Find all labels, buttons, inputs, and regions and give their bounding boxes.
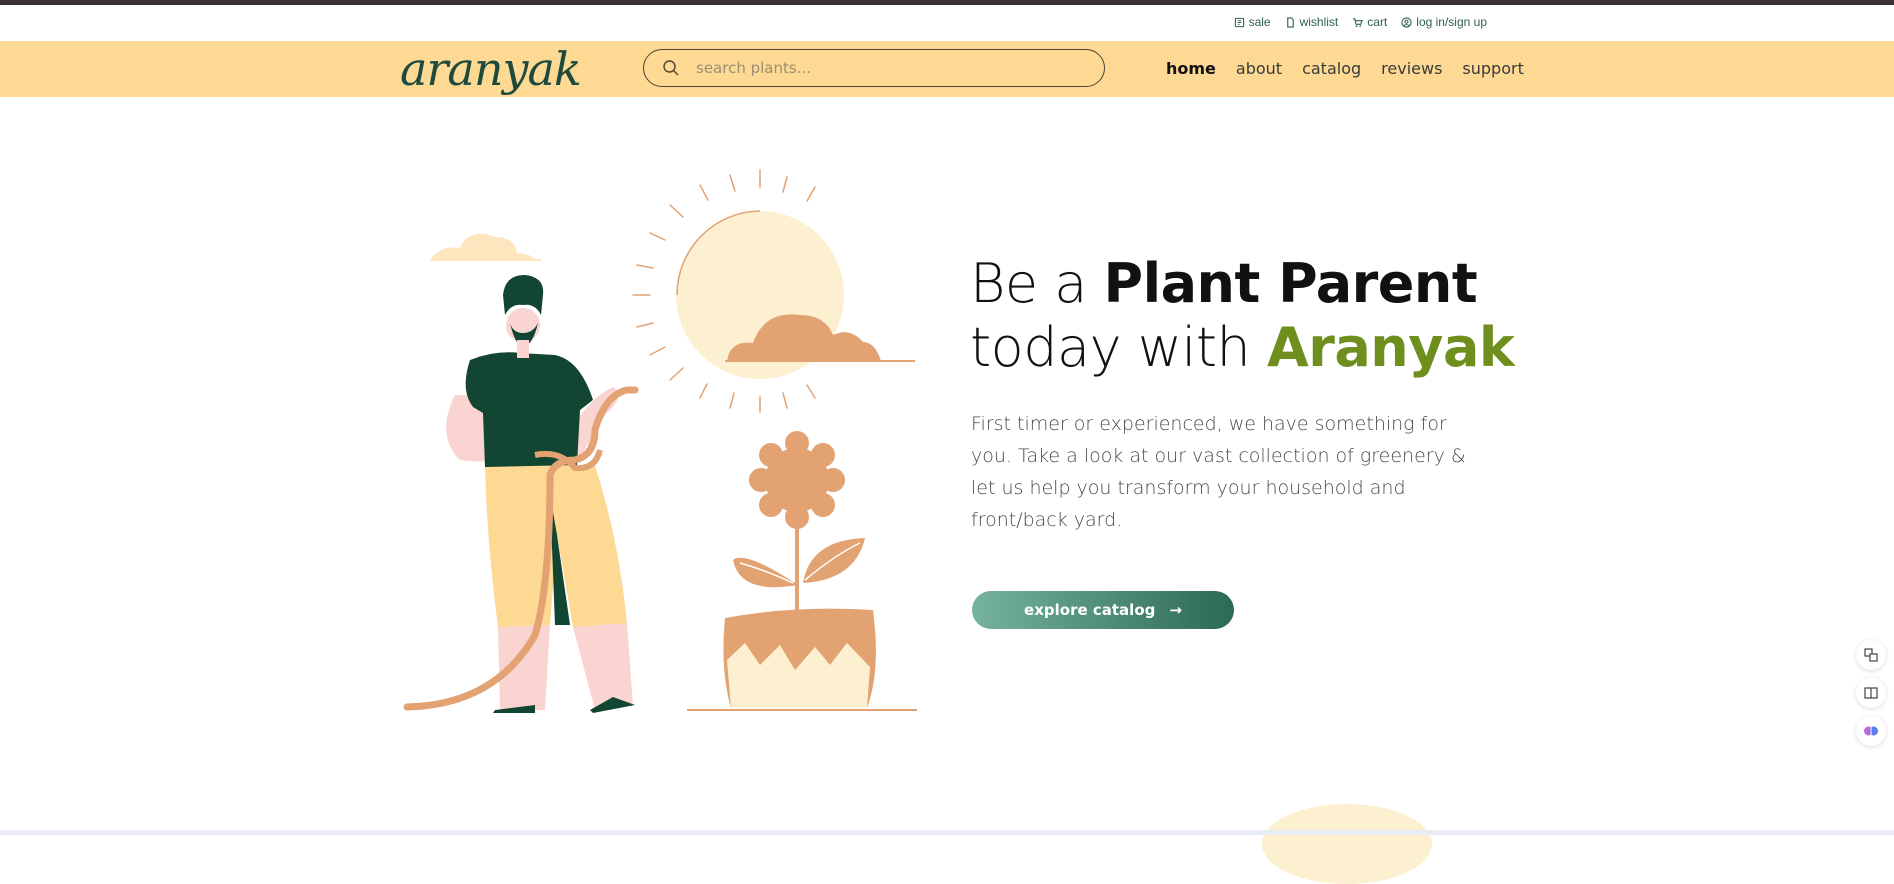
- cart-label: cart: [1367, 15, 1388, 29]
- cart-icon: [1353, 17, 1364, 27]
- nav-home[interactable]: home: [1166, 59, 1216, 78]
- headline-line-2: today with Aranyak: [970, 316, 1515, 380]
- nav-links: home about catalog reviews support: [1166, 59, 1524, 78]
- wishlist-link[interactable]: wishlist: [1285, 15, 1339, 29]
- hero-headline: Be a Plant Parent today with Aranyak: [970, 252, 1515, 380]
- nav-reviews[interactable]: reviews: [1381, 59, 1442, 78]
- flower: [733, 431, 865, 615]
- nav-support[interactable]: support: [1462, 59, 1523, 78]
- book-icon: [1864, 687, 1878, 699]
- login-link[interactable]: log in/sign up: [1401, 15, 1487, 29]
- search-icon: [663, 60, 679, 76]
- gardener-figure: [403, 275, 639, 713]
- side-toolbar: [1856, 640, 1892, 746]
- document-icon: [1286, 16, 1294, 28]
- sale-link[interactable]: sale: [1234, 15, 1271, 29]
- headline-line-1: Be a Plant Parent: [970, 252, 1514, 316]
- wishlist-label: wishlist: [1299, 15, 1339, 29]
- hero-description: First timer or experienced, we have some…: [971, 413, 1466, 531]
- reader-tool[interactable]: [1856, 678, 1886, 708]
- ai-tool[interactable]: [1856, 716, 1886, 746]
- flower-pot: [687, 608, 917, 711]
- main-navbar: aranyak home about catalog reviews suppo…: [0, 41, 1894, 97]
- utility-links: sale wishlist cart log in/sign up: [1234, 15, 1487, 29]
- explore-catalog-button[interactable]: explore catalog →: [972, 591, 1234, 629]
- tag-icon: [1234, 17, 1244, 27]
- nav-catalog[interactable]: catalog: [1302, 59, 1361, 78]
- bottom-edge: [0, 830, 1894, 835]
- headline-line1-plain: Be a: [970, 252, 1104, 315]
- explore-catalog-label: explore catalog: [1024, 601, 1156, 619]
- translate-icon: [1864, 648, 1878, 662]
- arrow-right-icon: →: [1169, 601, 1182, 619]
- cart-link[interactable]: cart: [1352, 15, 1387, 29]
- search-bar: [643, 49, 1105, 87]
- nav-about[interactable]: about: [1236, 59, 1282, 78]
- small-cloud: [430, 233, 541, 261]
- user-circle-icon: [1401, 16, 1412, 28]
- login-label: log in/sign up: [1416, 15, 1487, 29]
- search-input[interactable]: [694, 58, 1058, 78]
- utility-bar: sale wishlist cart log in/sign up: [0, 5, 1894, 41]
- headline-brand: Aranyak: [1266, 316, 1515, 379]
- decorative-blob: [1262, 804, 1432, 884]
- hero-illustration: [403, 169, 917, 713]
- sale-label: sale: [1248, 15, 1271, 29]
- brain-icon: [1864, 726, 1878, 736]
- brand-logo[interactable]: aranyak: [400, 43, 582, 95]
- headline-line1-bold: Plant Parent: [1103, 252, 1478, 315]
- translate-tool[interactable]: [1856, 640, 1886, 670]
- headline-line2-plain: today with: [970, 316, 1267, 379]
